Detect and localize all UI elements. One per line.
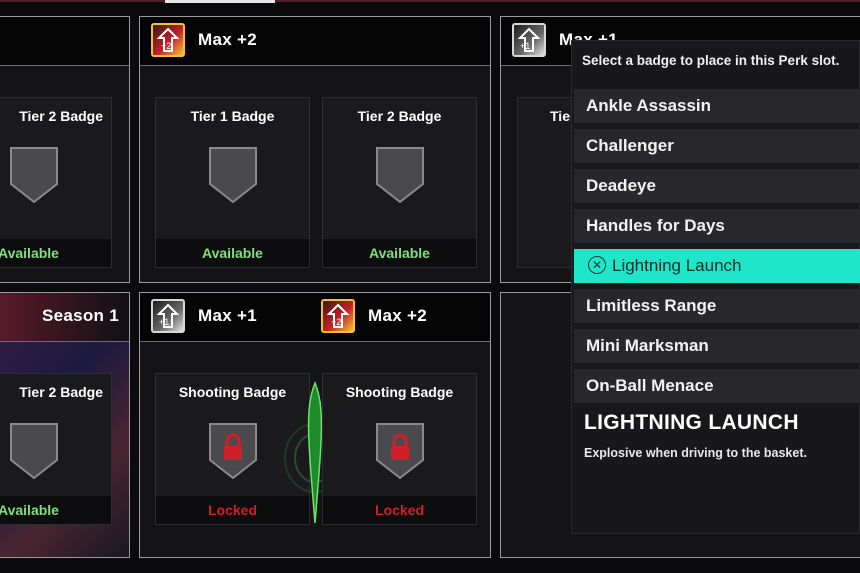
badge-option-label: Lightning Launch — [612, 256, 742, 275]
panel-title: Max +2 — [198, 30, 257, 49]
slot-title: Tier 2 Badge — [357, 108, 442, 124]
badge-detail-description: Explosive when driving to the basket. — [584, 446, 807, 460]
badge-option-limitless-range[interactable]: Limitless Range — [574, 289, 860, 323]
badge-shield-icon — [10, 423, 58, 480]
slot-status: Locked — [323, 496, 476, 524]
slot-status: Available — [0, 239, 111, 267]
badge-shield-icon — [10, 147, 58, 204]
svg-text:+2: +2 — [331, 317, 341, 327]
panel-header: Season 1 — [0, 293, 129, 342]
svg-text:+2: +2 — [161, 41, 171, 51]
panel-title-max-2: Max +2 — [368, 306, 427, 325]
badge-shield-icon — [209, 147, 257, 204]
badge-option-on-ball-menace[interactable]: On-Ball Menace — [574, 369, 860, 403]
svg-text:+1: +1 — [520, 41, 530, 51]
badge-option-lightning-launch[interactable]: ✕ Lightning Launch — [574, 249, 860, 283]
top-tab-indicator — [165, 0, 275, 3]
badge-slot[interactable]: Tier 2 Badge Available — [0, 97, 112, 268]
lock-icon — [376, 423, 424, 480]
cross-button-icon: ✕ — [588, 255, 606, 274]
top-accent-line — [0, 0, 860, 2]
panel-header: +1 Max +1 +2 Max +2 — [140, 293, 490, 342]
badge-detail-title: LIGHTNING LAUNCH — [584, 411, 799, 434]
badge-option-deadeye[interactable]: Deadeye — [574, 169, 860, 203]
panel-title: Season 1 — [41, 306, 119, 325]
badge-shield-icon — [376, 147, 424, 204]
slot-title: Tier 2 Badge — [19, 384, 103, 400]
badge-slot-tier-1[interactable]: Tier 1 Badge Available — [155, 97, 310, 268]
boost-silver-icon: +1 — [151, 299, 185, 333]
badge-option-challenger[interactable]: Challenger — [574, 129, 860, 163]
svg-text:+1: +1 — [159, 317, 169, 327]
slot-status: Available — [156, 239, 309, 267]
slot-title: Tier 1 Badge — [190, 108, 275, 124]
perk-panel-bottom-middle: +1 Max +1 +2 Max +2 Shooting Badge Locke… — [139, 292, 491, 558]
panel-header: +2 Max +2 — [140, 17, 490, 66]
dropdown-header: Select a badge to place in this Perk slo… — [582, 53, 840, 68]
slot-title: Tier 2 Badge — [19, 108, 103, 124]
lock-icon — [209, 423, 257, 480]
perk-panel-bottom-left: Season 1 Tier 2 Badge Available — [0, 292, 130, 558]
badge-option-handles-for-days[interactable]: Handles for Days — [574, 209, 860, 243]
slot-status: Available — [323, 239, 476, 267]
perk-panel-top-left: Tier 2 Badge Available — [0, 16, 130, 283]
slot-title: Shooting Badge — [345, 384, 454, 400]
badge-option-ankle-assassin[interactable]: Ankle Assassin — [574, 89, 860, 123]
boost-silver-icon: +1 — [512, 23, 546, 57]
panel-header — [0, 17, 129, 66]
badge-select-dropdown: Select a badge to place in this Perk slo… — [571, 40, 860, 534]
badge-slot[interactable]: Tier 2 Badge Available — [0, 373, 112, 525]
slot-status: Available — [0, 496, 111, 524]
perk-panel-top-middle: +2 Max +2 Tier 1 Badge Available Tier 2 … — [139, 16, 491, 283]
shooting-badge-slot-2[interactable]: Shooting Badge Locked — [322, 373, 477, 525]
badge-option-mini-marksman[interactable]: Mini Marksman — [574, 329, 860, 363]
panel-title-max-1: Max +1 — [198, 306, 257, 325]
badge-slot-tier-2[interactable]: Tier 2 Badge Available — [322, 97, 477, 268]
boost-gold-icon: +2 — [321, 299, 355, 333]
boost-gold-icon: +2 — [151, 23, 185, 57]
